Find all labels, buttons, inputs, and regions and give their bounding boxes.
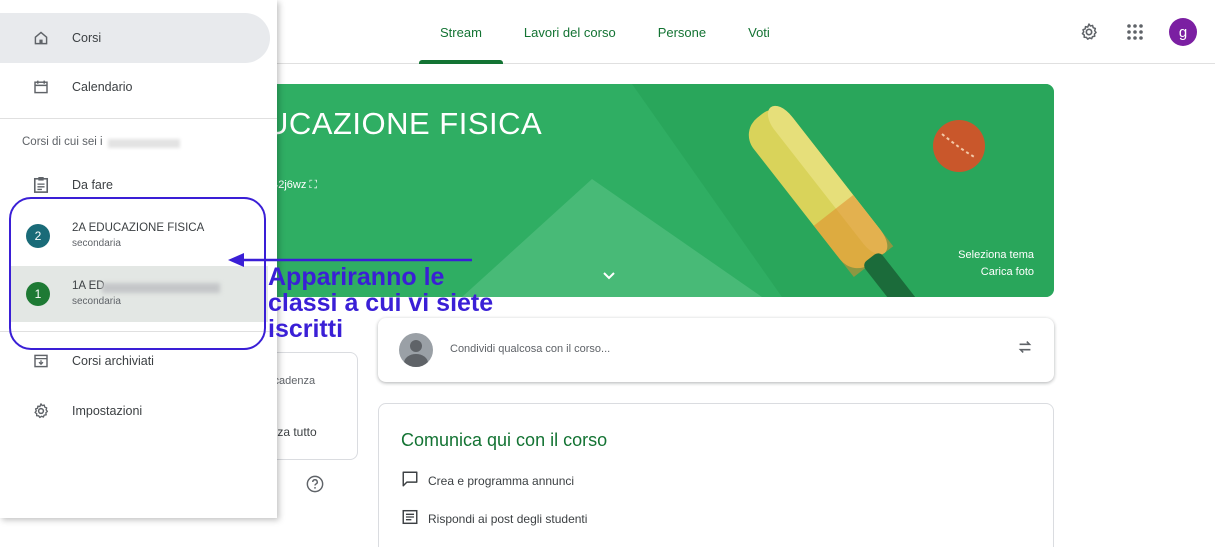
calendar-icon [30,76,52,98]
settings-icon [30,400,52,422]
course-tabs: Stream Lavori del corso Persone Voti [419,0,791,64]
drawer-item-label: Da fare [72,178,113,192]
tab-voti[interactable]: Voti [727,0,791,64]
drawer-item-label: Corsi [72,31,102,45]
avatar-letter: g [1178,23,1188,41]
repost-icon[interactable] [1016,338,1034,361]
select-theme-link[interactable]: Seleziona tema [958,249,1034,261]
drawer-item-label: Calendario [72,80,133,94]
drawer-divider [0,118,277,119]
archive-icon [30,350,52,372]
chevron-down-icon[interactable] [602,268,616,284]
help-icon[interactable] [306,475,324,498]
settings-icon[interactable] [1077,20,1101,44]
fullscreen-icon[interactable]: ⛶ [309,179,317,191]
tab-lavori[interactable]: Lavori del corso [503,0,637,64]
tab-label: Voti [748,24,770,40]
drawer-item-label: Impostazioni [72,404,143,418]
course-title: UCAZIONE FISICA [266,106,543,141]
home-icon [30,27,52,49]
tab-stream[interactable]: Stream [419,0,503,64]
drawer-item-impostazioni[interactable]: Impostazioni [0,386,270,436]
redacted-text [108,139,180,148]
annotation-highlight-box [9,197,266,350]
annotation-line: Appariranno le [268,263,445,291]
apps-grid-icon[interactable] [1123,20,1147,44]
communicate-title: Comunica qui con il corso [401,430,608,450]
account-avatar[interactable]: g [1169,18,1197,46]
classroom-page: Stream Lavori del corso Persone Voti g U… [0,0,1215,547]
comment-icon [401,470,419,491]
create-announcements-text: Crea e programma annunci [428,473,575,488]
annotation-text: Appariranno le classi a cui vi siete isc… [268,264,493,342]
enrolled-section-title: Corsi di cui sei i [22,136,103,148]
communicate-card: Comunica qui con il corso Crea e program… [378,403,1054,547]
feed-icon [401,508,419,529]
tab-label: Lavori del corso [523,24,616,40]
create-announcements-row: Crea e programma annunci [401,470,574,491]
tab-label: Persone [657,24,707,40]
tab-persone[interactable]: Persone [637,0,727,64]
annotation-line: iscritti [268,315,344,343]
drawer-item-calendario[interactable]: Calendario [0,62,270,112]
drawer-item-corsi[interactable]: Corsi [0,13,270,63]
drawer-item-label: Corsi archiviati [72,354,154,368]
tab-label: Stream [440,24,482,40]
upload-photo-link[interactable]: Carica foto [981,266,1034,278]
reply-posts-row: Rispondi ai post degli studenti [401,508,587,529]
todo-list-icon [30,174,52,196]
annotation-line: classi a cui vi siete [268,289,494,317]
reply-posts-text: Rispondi ai post degli studenti [428,511,588,526]
top-actions: g [1077,18,1197,46]
share-placeholder: Condividi qualcosa con il corso... [450,343,611,355]
